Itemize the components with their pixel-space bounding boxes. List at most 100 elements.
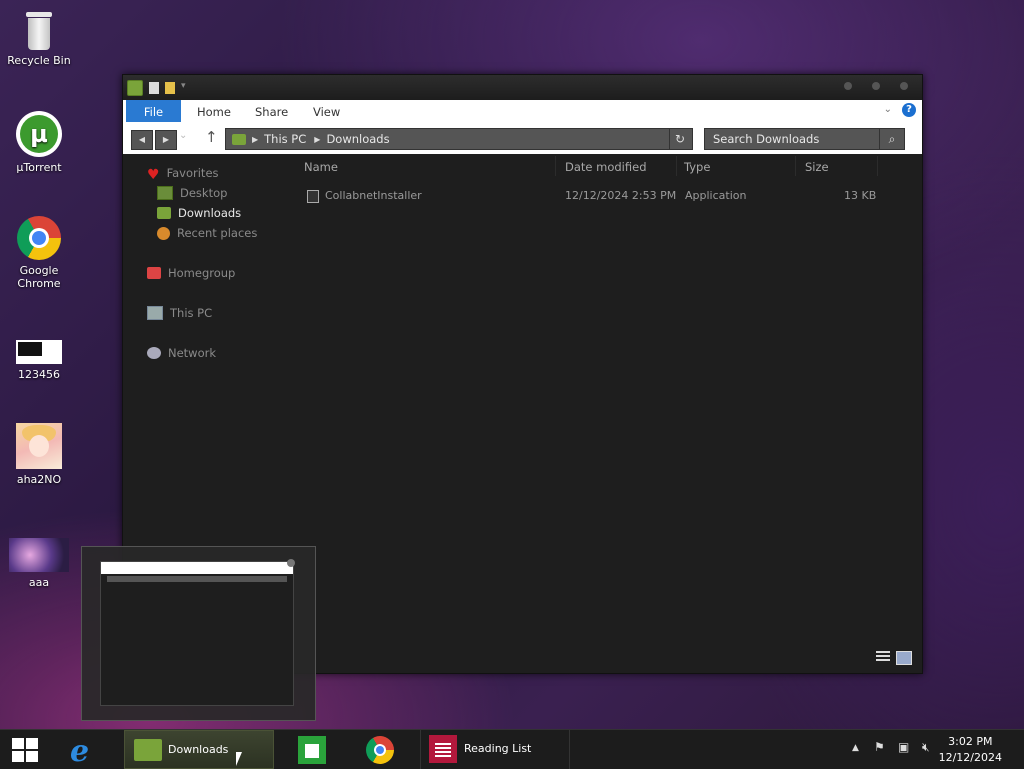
properties-icon[interactable] bbox=[149, 82, 159, 94]
details-view-icon[interactable] bbox=[876, 651, 890, 663]
taskbar-item-label: Reading List bbox=[464, 742, 532, 755]
up-arrow-icon[interactable]: ↑ bbox=[205, 128, 218, 146]
help-icon[interactable]: ? bbox=[902, 103, 916, 117]
minimize-button[interactable] bbox=[844, 82, 852, 90]
forward-button[interactable]: ▶ bbox=[155, 130, 177, 150]
search-input[interactable]: Search Downloads ⌕ bbox=[704, 128, 905, 150]
view-switcher bbox=[876, 651, 912, 665]
volume-muted-icon[interactable]: 🔇︎ bbox=[922, 740, 930, 755]
column-headers: Name Date modified Type Size bbox=[293, 154, 922, 178]
mouse-cursor-icon bbox=[236, 752, 242, 766]
network-status-icon[interactable]: ▣ bbox=[898, 740, 909, 754]
taskbar-item-reading-list[interactable]: Reading List bbox=[420, 730, 570, 769]
recycle-bin-icon bbox=[23, 10, 55, 50]
start-button[interactable] bbox=[0, 730, 50, 769]
windows-logo-icon bbox=[12, 738, 38, 762]
column-divider[interactable] bbox=[676, 156, 677, 176]
desktop-icon-utorrent[interactable]: µ µTorrent bbox=[1, 111, 77, 174]
column-divider[interactable] bbox=[877, 156, 878, 176]
nav-item-downloads[interactable]: Downloads bbox=[157, 206, 241, 220]
clock-time: 3:02 PM bbox=[948, 735, 993, 748]
recent-locations-icon[interactable]: ⌄ bbox=[179, 130, 187, 141]
desktop-icon-label: Google Chrome bbox=[17, 264, 61, 290]
store-icon[interactable] bbox=[298, 736, 326, 764]
chrome-icon[interactable] bbox=[366, 736, 394, 764]
nav-item-label: Homegroup bbox=[168, 266, 236, 280]
folder-icon bbox=[127, 80, 143, 96]
clock-date: 12/12/2024 bbox=[938, 751, 1002, 764]
nav-item-label: Network bbox=[168, 346, 217, 360]
image-thumbnail-icon bbox=[16, 423, 62, 469]
taskbar-thumbnail-preview[interactable] bbox=[81, 546, 316, 721]
nav-item-network[interactable]: Network bbox=[147, 346, 216, 360]
tab-home[interactable]: Home bbox=[197, 100, 231, 122]
address-bar[interactable]: ▶ This PC ▶ Downloads bbox=[225, 128, 693, 150]
desktop-icon-aaa[interactable]: aaa bbox=[1, 538, 77, 589]
taskbar: e Downloads Reading List ▲ ⚑ ▣ 🔇︎ 3:02 P… bbox=[0, 729, 1024, 769]
maximize-button[interactable] bbox=[872, 82, 880, 90]
utorrent-icon: µ bbox=[16, 111, 62, 157]
computer-icon bbox=[147, 306, 163, 320]
desktop-icon-label: Recycle Bin bbox=[7, 54, 71, 67]
large-icons-view-icon[interactable] bbox=[896, 651, 912, 665]
close-button[interactable] bbox=[900, 82, 908, 90]
nav-item-homegroup[interactable]: Homegroup bbox=[147, 266, 235, 280]
desktop-icon bbox=[157, 186, 173, 200]
chevron-right-icon[interactable]: ▶ bbox=[252, 135, 258, 144]
file-row[interactable]: CollabnetInstaller 12/12/2024 2:53 PM Ap… bbox=[293, 185, 886, 207]
tab-share[interactable]: Share bbox=[255, 100, 288, 122]
file-date-modified: 12/12/2024 2:53 PM bbox=[565, 189, 677, 202]
nav-item-label: This PC bbox=[170, 306, 213, 320]
action-center-flag-icon[interactable]: ⚑ bbox=[874, 740, 885, 754]
nav-item-favorites[interactable]: ♥ Favorites bbox=[147, 166, 219, 183]
nav-item-recent-places[interactable]: Recent places bbox=[157, 226, 257, 240]
desktop-icon-label: 123456 bbox=[18, 368, 60, 381]
expand-ribbon-icon[interactable]: ⌄ bbox=[884, 104, 892, 115]
window-controls bbox=[844, 82, 908, 90]
tab-file[interactable]: File bbox=[126, 100, 181, 122]
show-hidden-icons-icon[interactable]: ▲ bbox=[852, 743, 859, 753]
nav-item-label: Downloads bbox=[178, 206, 242, 220]
reading-list-icon bbox=[429, 735, 457, 763]
back-button[interactable]: ◀ bbox=[131, 130, 153, 150]
nav-item-desktop[interactable]: Desktop bbox=[157, 186, 227, 200]
desktop-icon-aha2no[interactable]: aha2NO bbox=[1, 423, 77, 486]
desktop-icon-label: µTorrent bbox=[16, 161, 62, 174]
title-bar[interactable]: ▾ bbox=[123, 75, 922, 100]
nav-item-label: Recent places bbox=[177, 226, 258, 240]
search-icon[interactable]: ⌕ bbox=[879, 129, 904, 149]
address-bar-row: ◀ ▶ ⌄ ↑ ▶ This PC ▶ Downloads ↻ Search D… bbox=[123, 122, 922, 154]
tab-view[interactable]: View bbox=[313, 100, 340, 122]
heart-icon: ♥ bbox=[147, 167, 160, 183]
customize-quick-access-icon[interactable]: ▾ bbox=[181, 81, 186, 95]
desktop-icon-label: aha2NO bbox=[16, 473, 62, 486]
ribbon-tabs: File Home Share View ⌄ ? bbox=[123, 100, 922, 122]
desktop-icon-label: aaa bbox=[28, 576, 50, 589]
downloads-folder-icon bbox=[157, 207, 171, 219]
column-divider[interactable] bbox=[795, 156, 796, 176]
column-header-type[interactable]: Type bbox=[684, 160, 710, 174]
chevron-right-icon[interactable]: ▶ bbox=[314, 135, 320, 144]
file-type: Application bbox=[685, 189, 747, 202]
taskbar-item-downloads[interactable]: Downloads bbox=[124, 730, 274, 769]
desktop-icon-google-chrome[interactable]: Google Chrome bbox=[1, 216, 77, 290]
network-icon bbox=[147, 347, 161, 359]
column-header-name[interactable]: Name bbox=[304, 160, 338, 174]
desktop-icon-123456[interactable]: 123456 bbox=[1, 340, 77, 381]
application-icon bbox=[307, 190, 319, 203]
refresh-button[interactable]: ↻ bbox=[669, 129, 690, 149]
breadcrumb-this-pc[interactable]: This PC bbox=[264, 132, 306, 146]
search-placeholder: Search Downloads bbox=[713, 132, 820, 146]
column-header-date-modified[interactable]: Date modified bbox=[565, 160, 647, 174]
nav-item-this-pc[interactable]: This PC bbox=[147, 306, 212, 320]
nav-item-label: Favorites bbox=[166, 166, 219, 180]
column-divider[interactable] bbox=[555, 156, 556, 176]
breadcrumb-downloads[interactable]: Downloads bbox=[326, 132, 389, 146]
internet-explorer-icon[interactable]: e bbox=[70, 734, 89, 769]
image-thumbnail-icon bbox=[9, 538, 69, 572]
new-folder-icon[interactable] bbox=[165, 82, 175, 94]
desktop-icon-recycle-bin[interactable]: Recycle Bin bbox=[1, 10, 77, 67]
close-preview-icon[interactable] bbox=[287, 559, 295, 567]
column-header-size[interactable]: Size bbox=[805, 160, 829, 174]
clock[interactable]: 3:02 PM 12/12/2024 bbox=[939, 734, 1002, 766]
